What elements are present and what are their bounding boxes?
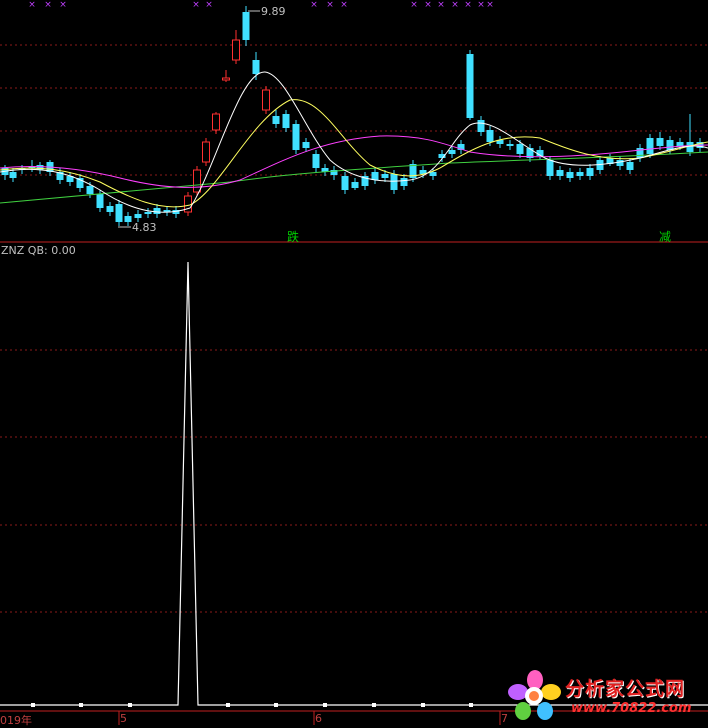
indicator-dot xyxy=(274,703,278,707)
candle-body xyxy=(626,162,634,170)
candle-body xyxy=(466,54,474,118)
candle-body xyxy=(96,194,104,208)
chart-canvas[interactable]: × × × × × × × × × × × × × × × xyxy=(0,0,708,725)
flower-logo-icon xyxy=(508,670,561,720)
x-signal-mark: × xyxy=(410,0,418,10)
candle-body xyxy=(400,178,408,186)
x-signal-mark: × xyxy=(340,0,348,10)
candle-body xyxy=(576,172,584,176)
candle-body xyxy=(381,174,389,178)
candle-body xyxy=(390,174,398,190)
candle-body xyxy=(9,172,17,178)
candle-body xyxy=(115,204,123,222)
candle-body xyxy=(656,138,664,146)
candle-body xyxy=(477,120,485,132)
x-signal-mark: × xyxy=(486,0,494,10)
price-grid xyxy=(0,44,708,176)
x-signal-mark: × xyxy=(205,0,213,10)
candle-body xyxy=(448,150,456,154)
candle-body xyxy=(302,142,310,148)
indicator-dot xyxy=(469,703,473,707)
candle-body xyxy=(676,142,684,146)
indicator-dot xyxy=(226,703,230,707)
candle-body xyxy=(106,206,114,212)
candle-body xyxy=(341,176,349,190)
axis-month-6: 6 xyxy=(315,712,322,725)
candle-body xyxy=(371,172,379,180)
axis-ticks xyxy=(118,711,501,725)
watermark-url: www.70822.com xyxy=(571,701,692,716)
x-signal-mark: × xyxy=(477,0,485,10)
x-signal-mark: × xyxy=(59,0,67,10)
x-signal-mark: × xyxy=(326,0,334,10)
ma-line-yellow xyxy=(0,99,708,208)
candle-body xyxy=(566,172,574,178)
candle-body xyxy=(153,208,161,214)
candle-body xyxy=(252,60,260,74)
indicator-dot xyxy=(323,703,327,707)
candle-body xyxy=(124,216,132,222)
indicator-line xyxy=(0,261,708,706)
candle-body xyxy=(202,141,210,163)
indicator-dot xyxy=(421,703,425,707)
candle-body xyxy=(193,169,201,193)
low-price-label: 4.83 xyxy=(132,221,157,234)
indicator-dot xyxy=(31,703,35,707)
x-signal-mark: × xyxy=(310,0,318,10)
x-signal-mark: × xyxy=(28,0,36,10)
candle-body xyxy=(134,214,142,218)
candle-body xyxy=(616,160,624,166)
axis-year-label: 019年 xyxy=(0,714,32,727)
x-signal-mark: × xyxy=(451,0,459,10)
candle-body xyxy=(262,89,270,111)
x-signal-mark: × xyxy=(464,0,472,10)
x-signal-mark: × xyxy=(424,0,432,10)
watermark: 分析家公式网 www.70822.com xyxy=(505,668,708,725)
indicator-grid xyxy=(0,349,708,613)
candle-body xyxy=(312,154,320,168)
candle-body xyxy=(292,124,300,150)
candle-body xyxy=(506,144,514,146)
candle-body xyxy=(272,116,280,124)
candle-body xyxy=(666,140,674,150)
indicator-dot xyxy=(372,703,376,707)
signal-jump-marker: 跌 xyxy=(287,230,300,244)
candle-body xyxy=(212,113,220,131)
candle-body xyxy=(86,186,94,194)
high-price-label: 9.89 xyxy=(261,5,286,18)
candle-body xyxy=(351,182,359,188)
indicator-dot xyxy=(79,703,83,707)
indicator-dot xyxy=(128,703,132,707)
moving-averages xyxy=(0,71,708,213)
candle-body xyxy=(556,170,564,176)
watermark-text: 分析家公式网 xyxy=(565,678,686,700)
candle-body xyxy=(486,130,494,142)
candle-body xyxy=(232,39,240,61)
candle-body xyxy=(144,212,152,214)
ma-line-white xyxy=(0,71,708,213)
ma-line-green xyxy=(0,151,708,204)
candle-body xyxy=(586,168,594,176)
x-signal-mark: × xyxy=(192,0,200,10)
x-signal-mark: × xyxy=(437,0,445,10)
signal-reduce-marker: 减 xyxy=(659,230,672,244)
candle-body xyxy=(282,114,290,128)
candle-body xyxy=(646,138,654,154)
candle-body xyxy=(516,144,524,154)
x-signal-mark: × xyxy=(44,0,52,10)
axis-month-5: 5 xyxy=(120,712,127,725)
indicator-title: ZNZ QB: 0.00 xyxy=(1,244,76,257)
candle-body xyxy=(429,172,437,176)
candle-body xyxy=(242,12,250,40)
candle-body xyxy=(546,160,554,176)
candle-body xyxy=(222,77,230,81)
